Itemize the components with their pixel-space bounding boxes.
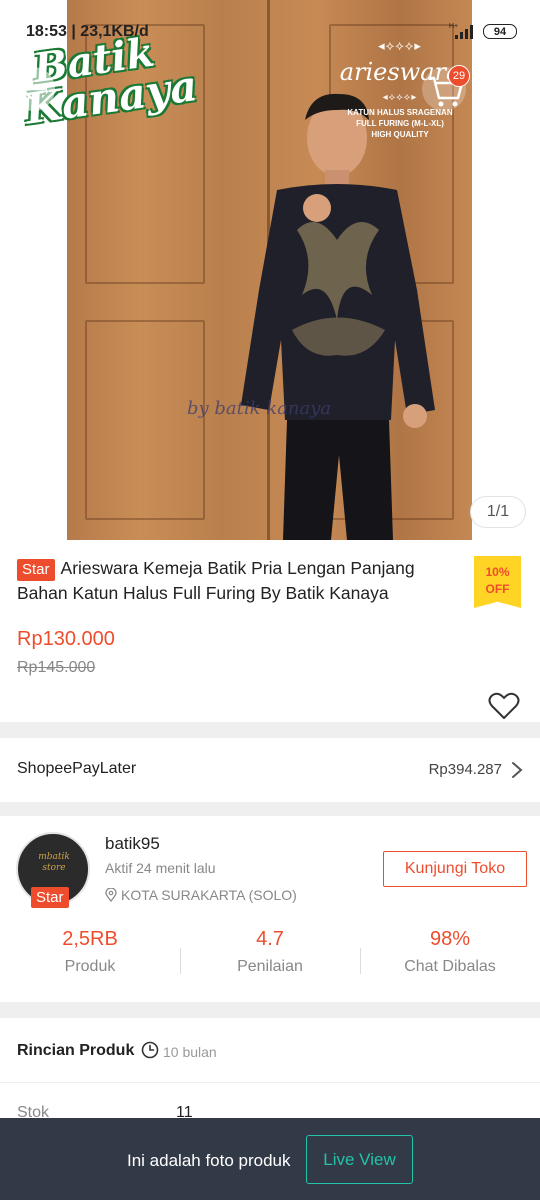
stat-value: 98% xyxy=(429,928,471,950)
model-figure xyxy=(241,93,435,540)
chevron-right-icon xyxy=(512,762,523,778)
divider xyxy=(0,1082,540,1083)
svg-text:H+: H+ xyxy=(449,23,458,30)
brand-sub-2: FULL FURING (M-L-XL) xyxy=(356,119,444,128)
details-heading: Rincian Produk xyxy=(17,1042,135,1059)
avatar-text: mbatik store xyxy=(38,852,70,873)
product-title-block: Star Arieswara Kemeja Batik Pria Lengan P… xyxy=(17,556,457,605)
status-time: 18:53 | 23,1KB/d xyxy=(26,23,149,40)
live-view-bar: Ini adalah foto produk Live View xyxy=(0,1118,540,1200)
discount-badge: 10% OFF xyxy=(474,556,521,608)
shop-star-badge: Star xyxy=(31,887,69,908)
more-vertical-icon xyxy=(503,76,511,102)
discount-off: OFF xyxy=(485,582,510,596)
door-panel xyxy=(85,320,205,520)
shop-location: KOTA SURAKARTA (SOLO) xyxy=(105,887,297,903)
cart-count-badge: 29 xyxy=(448,65,470,87)
watermark-text: by batik kanaya xyxy=(187,398,332,419)
stat-value: 4.7 xyxy=(256,928,284,950)
shop-name: batik95 xyxy=(105,834,160,853)
stat-label: Produk xyxy=(64,958,116,975)
product-image-gallery[interactable]: by batik kanaya Batik Kanaya ◂⟡⟡⟡▸ aries… xyxy=(0,0,540,540)
clock-icon xyxy=(141,1041,159,1059)
star-badge: Star xyxy=(17,559,55,581)
location-pin-icon xyxy=(105,888,117,902)
image-counter: 1/1 xyxy=(470,496,526,528)
paylater-amount: Rp394.287 xyxy=(428,761,502,778)
visit-shop-button[interactable]: Kunjungi Toko xyxy=(383,851,527,887)
brand-sub-3: HIGH QUALITY xyxy=(371,130,429,139)
stat-label: Penilaian xyxy=(237,958,303,975)
discount-percent: 10% xyxy=(485,565,510,579)
product-price: Rp130.000 xyxy=(17,628,115,650)
stat-rating: 4.7 Penilaian xyxy=(180,928,360,976)
photo-notice: Ini adalah foto produk xyxy=(127,1151,291,1170)
shop-stats: 2,5RB Produk 4.7 Penilaian 98% Chat Diba… xyxy=(0,928,540,988)
arrow-left-icon xyxy=(20,78,46,100)
stat-label: Chat Dibalas xyxy=(404,958,496,975)
shop-active-status: Aktif 24 menit lalu xyxy=(105,860,216,876)
details-updated: 10 bulan xyxy=(163,1044,217,1060)
heart-icon[interactable] xyxy=(488,692,520,720)
battery-icon: 94 xyxy=(483,24,517,39)
shop-card: mbatik store Star batik95 Aktif 24 menit… xyxy=(0,816,540,1002)
ornament-divider: ◂⟡⟡⟡▸ xyxy=(378,38,422,53)
back-button[interactable] xyxy=(11,67,55,111)
product-info-card: Star Arieswara Kemeja Batik Pria Lengan P… xyxy=(0,540,540,722)
more-options-button[interactable] xyxy=(485,67,529,111)
product-title: Arieswara Kemeja Batik Pria Lengan Panja… xyxy=(17,558,415,603)
stat-products: 2,5RB Produk xyxy=(0,928,180,976)
paylater-row[interactable]: ShopeePayLater Rp394.287 xyxy=(0,738,540,802)
original-price: Rp145.000 xyxy=(17,659,96,676)
signal-icon: H+ xyxy=(449,23,473,39)
stat-value: 2,5RB xyxy=(62,928,118,950)
paylater-label: ShopeePayLater xyxy=(17,760,137,777)
stat-chat-reply: 98% Chat Dibalas xyxy=(360,928,540,976)
status-bar: 18:53 | 23,1KB/d H+ 94 xyxy=(0,0,540,40)
live-view-button[interactable]: Live View xyxy=(306,1135,413,1184)
shop-location-text: KOTA SURAKARTA (SOLO) xyxy=(121,887,297,903)
